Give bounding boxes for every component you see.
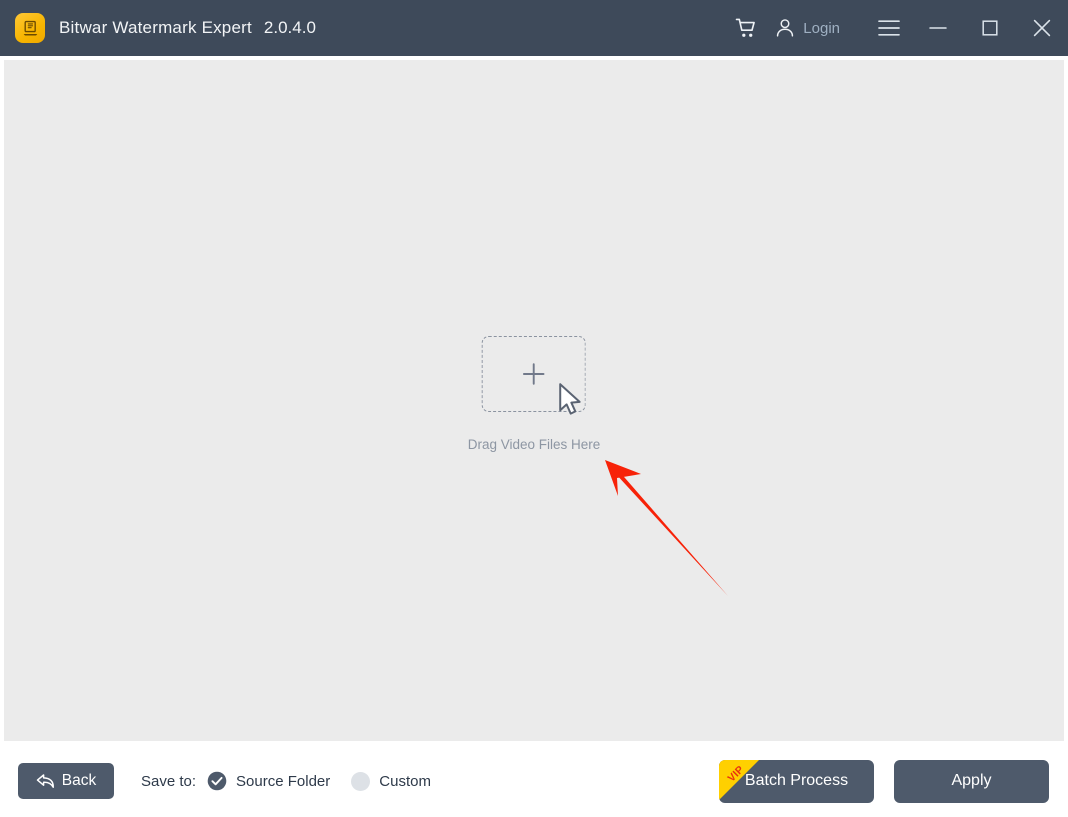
back-label: Back xyxy=(61,772,97,789)
user-account-icon xyxy=(774,17,796,39)
content-area: Drag Video Files Here xyxy=(0,56,1068,745)
login-button[interactable]: Login xyxy=(768,0,850,56)
dropzone-box[interactable] xyxy=(482,336,586,415)
title-bar: Bitwar Watermark Expert 2.0.4.0 Login xyxy=(0,0,1068,56)
plus-icon xyxy=(519,359,549,389)
app-logo-icon xyxy=(15,13,45,43)
primary-actions: VIP Batch Process Apply xyxy=(719,759,1049,803)
app-version: 2.0.4.0 xyxy=(263,18,316,37)
shopping-cart-icon[interactable] xyxy=(724,0,768,56)
save-to-label: Save to: xyxy=(141,772,197,790)
back-arrow-icon xyxy=(36,773,55,790)
radio-source-folder-label: Source Folder xyxy=(236,772,331,790)
video-workspace-canvas[interactable]: Drag Video Files Here xyxy=(4,60,1064,741)
save-to-group: Save to: Source Folder Custom xyxy=(141,771,431,791)
apply-label: Apply xyxy=(951,772,992,789)
mouse-pointer-icon xyxy=(557,382,587,425)
hamburger-menu-icon[interactable] xyxy=(866,0,912,56)
batch-process-label: Batch Process xyxy=(744,772,849,789)
minimize-icon[interactable] xyxy=(912,0,964,56)
radio-custom-label: Custom xyxy=(379,772,431,790)
application-window: Bitwar Watermark Expert 2.0.4.0 Login Dr… xyxy=(0,0,1068,817)
batch-process-button[interactable]: VIP Batch Process xyxy=(719,759,874,803)
radio-checked-icon xyxy=(207,771,227,791)
maximize-icon[interactable] xyxy=(964,0,1016,56)
close-icon[interactable] xyxy=(1016,0,1068,56)
file-dropzone[interactable]: Drag Video Files Here xyxy=(467,336,601,452)
title-bar-controls: Login xyxy=(724,0,1068,56)
radio-custom[interactable]: Custom xyxy=(351,771,431,791)
page-title: Bitwar Watermark Expert xyxy=(59,18,252,37)
back-button[interactable]: Back xyxy=(18,763,114,799)
login-label: Login xyxy=(803,19,840,37)
dropzone-label: Drag Video Files Here xyxy=(467,437,601,452)
bottom-toolbar: Back Save to: Source Folder Custom VIP B… xyxy=(0,745,1068,817)
radio-unchecked-icon xyxy=(351,771,371,791)
radio-source-folder[interactable]: Source Folder xyxy=(207,771,330,791)
apply-button[interactable]: Apply xyxy=(894,759,1049,803)
